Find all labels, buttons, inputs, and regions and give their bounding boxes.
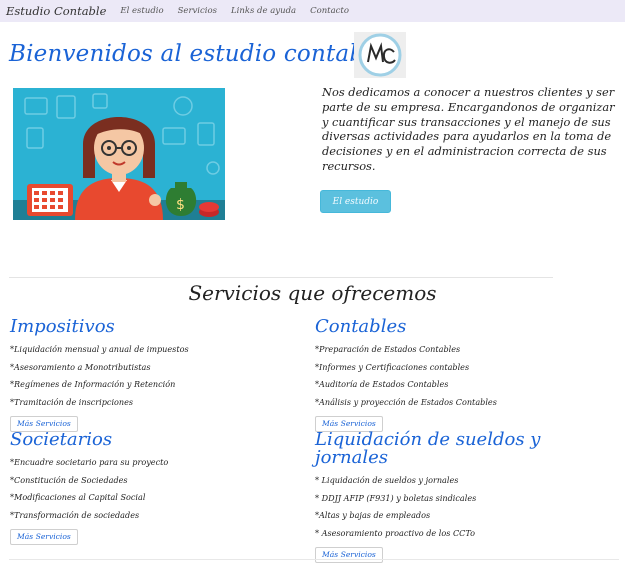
page-title: Bienvenidos al estudio contable (9, 41, 386, 67)
nav-link-contacto[interactable]: Contacto (310, 6, 349, 16)
service-list: *Preparación de Estados Contables *Infor… (315, 341, 497, 411)
nav-link-links-de-ayuda[interactable]: Links de ayuda (231, 6, 296, 16)
service-list: * Liquidación de sueldos y jornales * DD… (315, 472, 555, 542)
service-heading: Societarios (10, 429, 113, 450)
list-item: * Liquidación de sueldos y jornales (315, 475, 459, 485)
services-title: Servicios que ofrecemos (188, 281, 437, 305)
service-heading: Liquidación de sueldos y jornales (315, 429, 541, 468)
list-item: *Asesoramiento a Monotributistas (10, 361, 151, 372)
service-heading: Impositivos (10, 316, 115, 337)
list-item: *Auditoría de Estados Contables (315, 379, 449, 389)
list-item: *Encuadre societario para su proyecto (10, 457, 169, 467)
service-list: *Liquidación mensual y anual de impuesto… (10, 341, 189, 411)
list-item: *Liquidación mensual y anual de impuesto… (10, 344, 189, 354)
nav-link-servicios[interactable]: Servicios (178, 6, 217, 16)
list-item: *Transformación de sociedades (10, 509, 140, 520)
section-divider (9, 277, 553, 278)
service-column-impositivos: Impositivos *Liquidación mensual y anual… (10, 318, 189, 432)
list-item: *Altas y bajas de empleados (315, 510, 431, 520)
service-heading: Contables (315, 316, 407, 337)
intro-paragraph: Nos dedicamos a conocer a nuestros clien… (322, 85, 615, 173)
list-item: * Asesoramiento proactivo de los CCTo (315, 527, 475, 538)
mas-servicios-button[interactable]: Más Servicios (10, 529, 78, 545)
list-item: *Regímenes de Información y Retención (10, 379, 176, 389)
list-item: *Tramitación de inscripciones (10, 396, 134, 407)
top-navbar: Estudio Contable El estudio Servicios Li… (0, 0, 625, 22)
footer-divider (9, 559, 619, 560)
mc-logo: MC (354, 32, 406, 78)
list-item: *Constitución de Sociedades (10, 474, 128, 485)
list-item: *Informes y Certificaciones contables (315, 361, 470, 372)
nav-link-el-estudio[interactable]: El estudio (120, 6, 163, 16)
svg-text:$: $ (176, 197, 185, 213)
accountant-illustration: $ (13, 88, 225, 220)
navbar-brand[interactable]: Estudio Contable (6, 4, 106, 18)
service-column-liquidacion: Liquidación de sueldos y jornales * Liqu… (315, 431, 555, 563)
el-estudio-button[interactable]: El estudio (320, 190, 391, 213)
list-item: *Modificaciones al Capital Social (10, 492, 146, 502)
list-item: *Preparación de Estados Contables (315, 344, 461, 354)
list-item: * DDJJ AFIP (F931) y boletas sindicales (315, 492, 477, 503)
service-list: *Encuadre societario para su proyecto *C… (10, 454, 168, 524)
service-column-societarios: Societarios *Encuadre societario para su… (10, 431, 168, 545)
service-column-contables: Contables *Preparación de Estados Contab… (315, 318, 497, 432)
mas-servicios-button[interactable]: Más Servicios (315, 547, 383, 563)
list-item: *Análisis y proyección de Estados Contab… (315, 396, 497, 407)
